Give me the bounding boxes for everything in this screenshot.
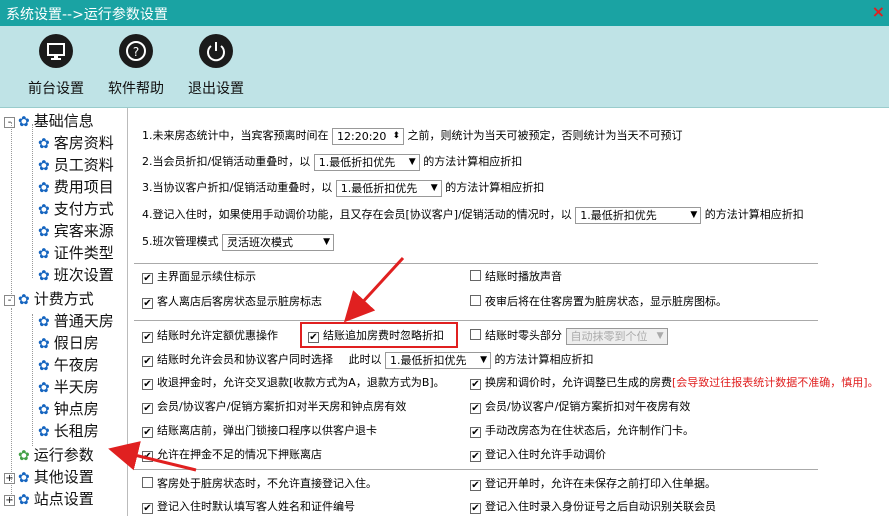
arrow-to-tree-item: [108, 441, 197, 472]
annotation-arrows: [108, 256, 405, 472]
arrow-to-checkbox: [343, 256, 405, 323]
